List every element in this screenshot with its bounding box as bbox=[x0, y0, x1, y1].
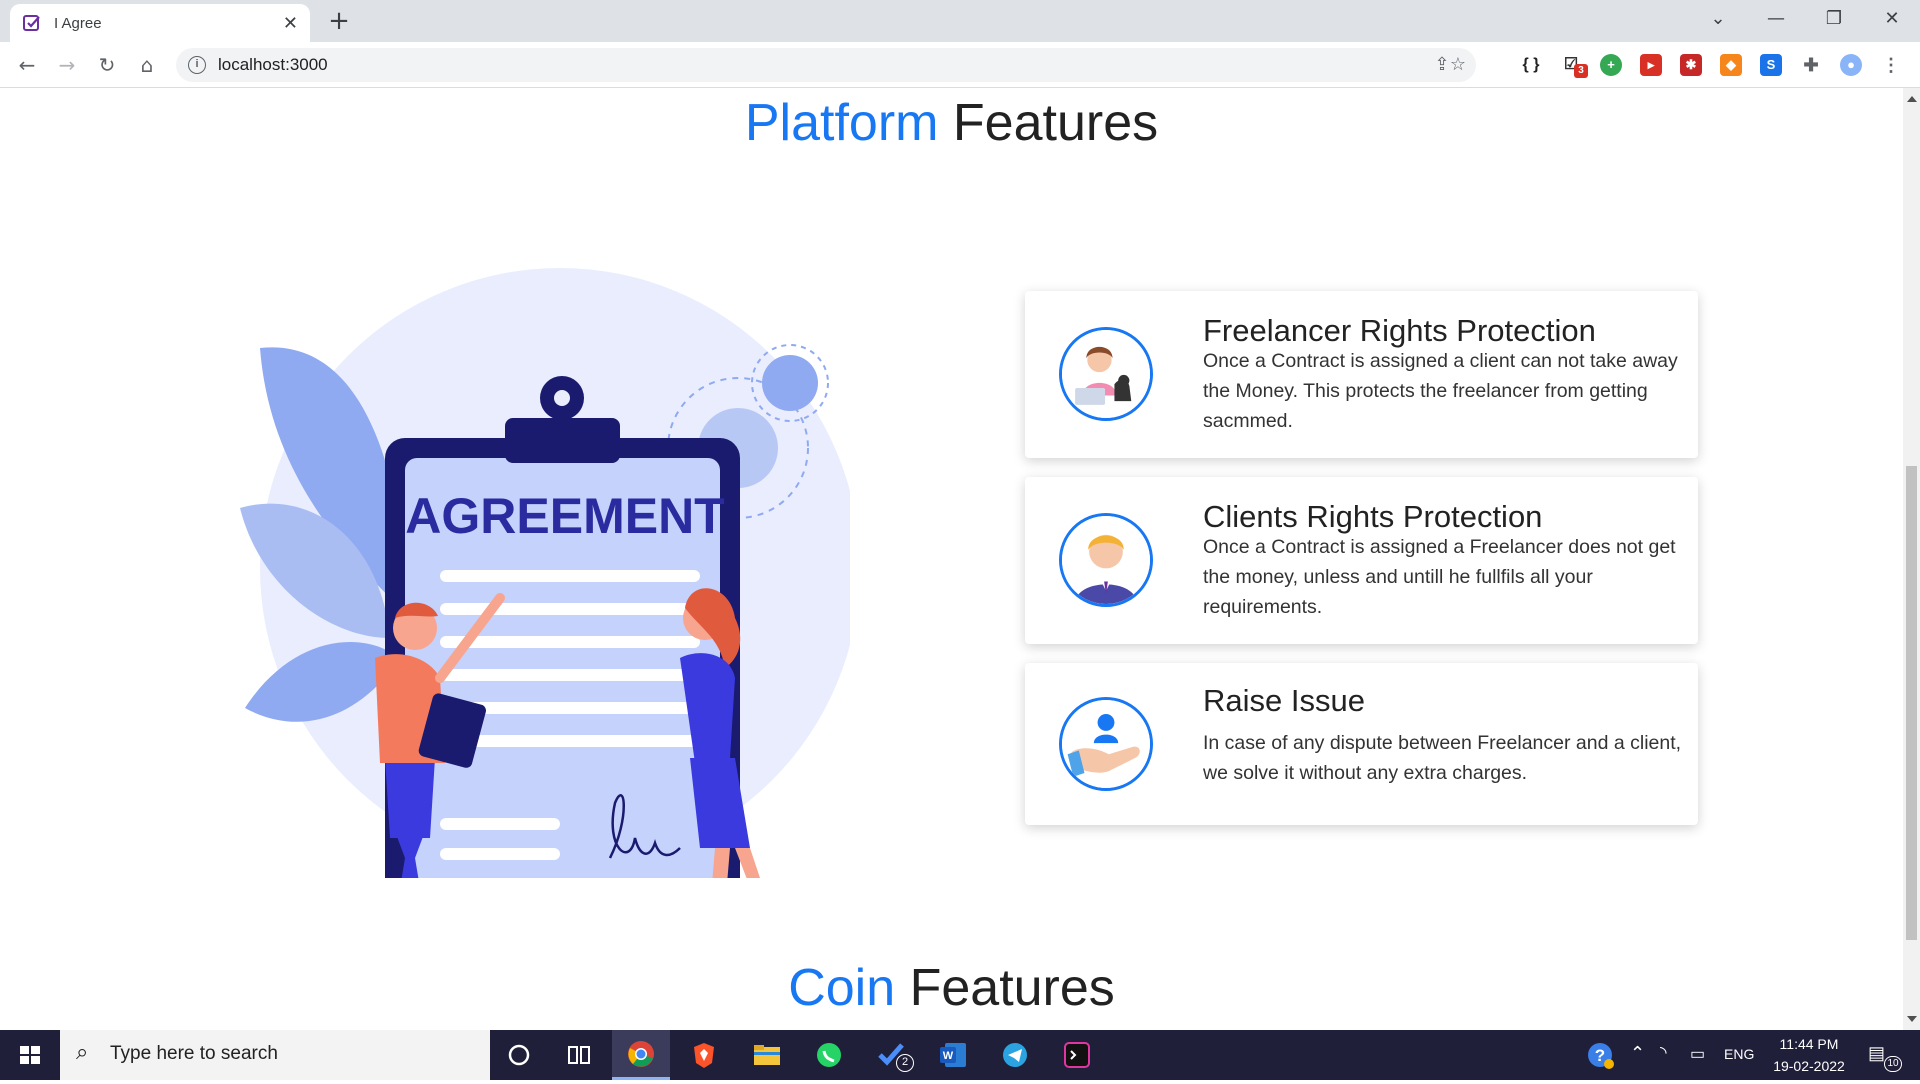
extensions-puzzle-icon[interactable]: ✚ bbox=[1800, 54, 1822, 76]
todo-extension-icon[interactable]: ☑ 3 bbox=[1560, 54, 1588, 78]
browser-toolbar: ← → ↻ ⌂ i localhost:3000 ⇪ ☆ { } ☑ 3 + ▸… bbox=[0, 42, 1920, 88]
agreement-label: AGREEMENT bbox=[405, 488, 724, 544]
notification-center-icon[interactable]: ▤ bbox=[1868, 1043, 1885, 1064]
windows-taskbar: ⌕ Type here to search 2 W ? ⌃ ◝ ▭ ENG 11… bbox=[0, 1030, 1920, 1080]
battery-icon[interactable]: ▭ bbox=[1690, 1044, 1705, 1064]
back-icon[interactable]: ← bbox=[12, 50, 42, 80]
agreement-illustration: AGREEMENT bbox=[240, 268, 850, 878]
whatsapp-icon[interactable] bbox=[800, 1030, 858, 1080]
feature-description: Once a Contract is assigned a Freelancer… bbox=[1203, 536, 1676, 618]
new-tab-icon[interactable]: + bbox=[324, 6, 354, 36]
feature-title: Clients Rights Protection bbox=[1203, 499, 1543, 534]
tab-title: I Agree bbox=[54, 14, 102, 32]
help-icon[interactable]: ? bbox=[1580, 1030, 1620, 1080]
svg-text:?: ? bbox=[1595, 1046, 1605, 1065]
feature-card-raise-issue: Raise Issue In case of any dispute betwe… bbox=[1025, 663, 1698, 825]
page-scrollbar[interactable] bbox=[1903, 88, 1920, 1030]
freelancer-icon bbox=[1059, 327, 1153, 421]
notification-count: 10 bbox=[1884, 1056, 1902, 1072]
language-indicator[interactable]: ENG bbox=[1724, 1046, 1754, 1062]
heading-rest: Features bbox=[938, 94, 1159, 152]
reload-icon[interactable]: ↻ bbox=[92, 50, 122, 80]
scroll-down-icon[interactable] bbox=[1907, 1016, 1917, 1022]
checkbox-favicon-icon bbox=[23, 15, 40, 31]
scrollbar-thumb[interactable] bbox=[1906, 466, 1917, 940]
tab-strip: I Agree ✕ + ⌄ — ❐ ✕ bbox=[0, 0, 1920, 42]
feature-description: In case of any dispute between Freelance… bbox=[1203, 732, 1682, 784]
forward-icon[interactable]: → bbox=[52, 50, 82, 80]
s-extension-icon[interactable]: S bbox=[1760, 54, 1782, 76]
brave-taskbar-icon[interactable] bbox=[675, 1030, 733, 1080]
heading-rest: Features bbox=[895, 959, 1115, 1017]
windows-logo-icon bbox=[20, 1046, 40, 1064]
feature-title: Raise Issue bbox=[1203, 683, 1365, 718]
page-content: Platform Features AGREEMENT Freelancer R… bbox=[0, 88, 1903, 1030]
start-button[interactable] bbox=[0, 1030, 60, 1080]
clock-time[interactable]: 11:44 PM bbox=[1766, 1036, 1852, 1052]
search-icon: ⌕ bbox=[76, 1040, 89, 1065]
home-icon[interactable]: ⌂ bbox=[132, 50, 162, 80]
show-hidden-icons-icon[interactable]: ⌃ bbox=[1630, 1043, 1645, 1064]
platform-features-heading: Platform Features bbox=[0, 93, 1903, 153]
chrome-taskbar-icon[interactable] bbox=[612, 1030, 670, 1080]
file-explorer-icon[interactable] bbox=[738, 1030, 796, 1080]
heading-accent: Coin bbox=[788, 959, 896, 1017]
search-placeholder: Type here to search bbox=[110, 1043, 278, 1064]
menu-kebab-icon[interactable]: ⋮ bbox=[1880, 54, 1902, 76]
clock-date[interactable]: 19-02-2022 bbox=[1766, 1058, 1852, 1074]
red-extension-icon[interactable]: ✱ bbox=[1680, 54, 1702, 76]
todo-badge: 2 bbox=[896, 1054, 914, 1072]
feature-card-client: Clients Rights Protection Once a Contrac… bbox=[1025, 477, 1698, 644]
feature-description: Once a Contract is assigned a client can… bbox=[1203, 350, 1678, 432]
terminal-icon[interactable] bbox=[1048, 1030, 1106, 1080]
close-tab-icon[interactable]: ✕ bbox=[283, 13, 298, 34]
feature-card-freelancer: Freelancer Rights Protection Once a Cont… bbox=[1025, 291, 1698, 458]
restore-icon[interactable]: ❐ bbox=[1806, 0, 1862, 38]
scroll-up-icon[interactable] bbox=[1907, 96, 1917, 102]
cortana-icon[interactable] bbox=[490, 1030, 548, 1080]
extension-badge: 3 bbox=[1574, 64, 1588, 78]
metamask-extension-icon[interactable]: ◆ bbox=[1720, 54, 1742, 76]
telegram-icon[interactable] bbox=[986, 1030, 1044, 1080]
address-bar[interactable]: i localhost:3000 ⇪ ☆ bbox=[176, 48, 1476, 82]
heading-accent: Platform bbox=[744, 94, 939, 152]
profile-avatar[interactable]: ● bbox=[1840, 54, 1862, 76]
client-icon bbox=[1059, 513, 1153, 607]
bookmark-star-icon[interactable]: ☆ bbox=[1446, 53, 1470, 77]
word-icon[interactable]: W bbox=[924, 1030, 982, 1080]
url-text: localhost:3000 bbox=[218, 55, 328, 74]
coin-features-heading: Coin Features bbox=[0, 958, 1903, 1018]
site-info-icon[interactable]: i bbox=[188, 56, 206, 74]
feature-title: Freelancer Rights Protection bbox=[1203, 313, 1596, 348]
todo-taskbar-icon[interactable]: 2 bbox=[862, 1030, 920, 1080]
plus-extension-icon[interactable]: + bbox=[1600, 54, 1622, 76]
raise-issue-icon bbox=[1059, 697, 1153, 791]
taskbar-search-box[interactable]: ⌕ Type here to search bbox=[60, 1030, 490, 1080]
tab-search-icon[interactable]: ⌄ bbox=[1690, 0, 1746, 38]
task-view-icon[interactable] bbox=[550, 1030, 608, 1080]
json-viewer-extension-icon[interactable]: { } bbox=[1520, 54, 1542, 76]
minimize-icon[interactable]: — bbox=[1748, 0, 1804, 38]
network-icon[interactable]: ◝ bbox=[1660, 1043, 1667, 1063]
browser-tab[interactable]: I Agree ✕ bbox=[10, 4, 310, 42]
media-extension-icon[interactable]: ▸ bbox=[1640, 54, 1662, 76]
close-window-icon[interactable]: ✕ bbox=[1864, 0, 1920, 38]
svg-text:W: W bbox=[943, 1050, 954, 1062]
